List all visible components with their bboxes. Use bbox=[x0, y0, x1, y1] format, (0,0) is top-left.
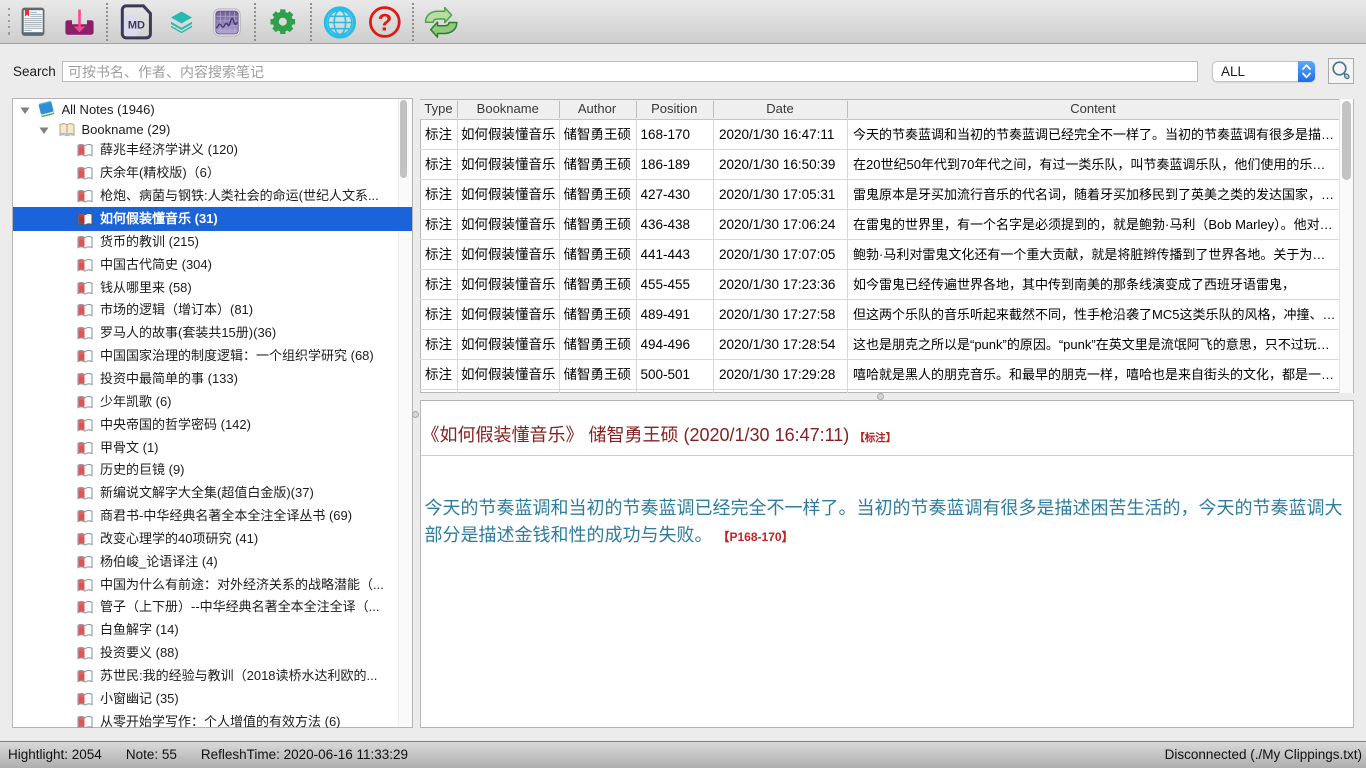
svg-text:MD: MD bbox=[128, 19, 145, 31]
svg-text:?: ? bbox=[377, 9, 392, 36]
